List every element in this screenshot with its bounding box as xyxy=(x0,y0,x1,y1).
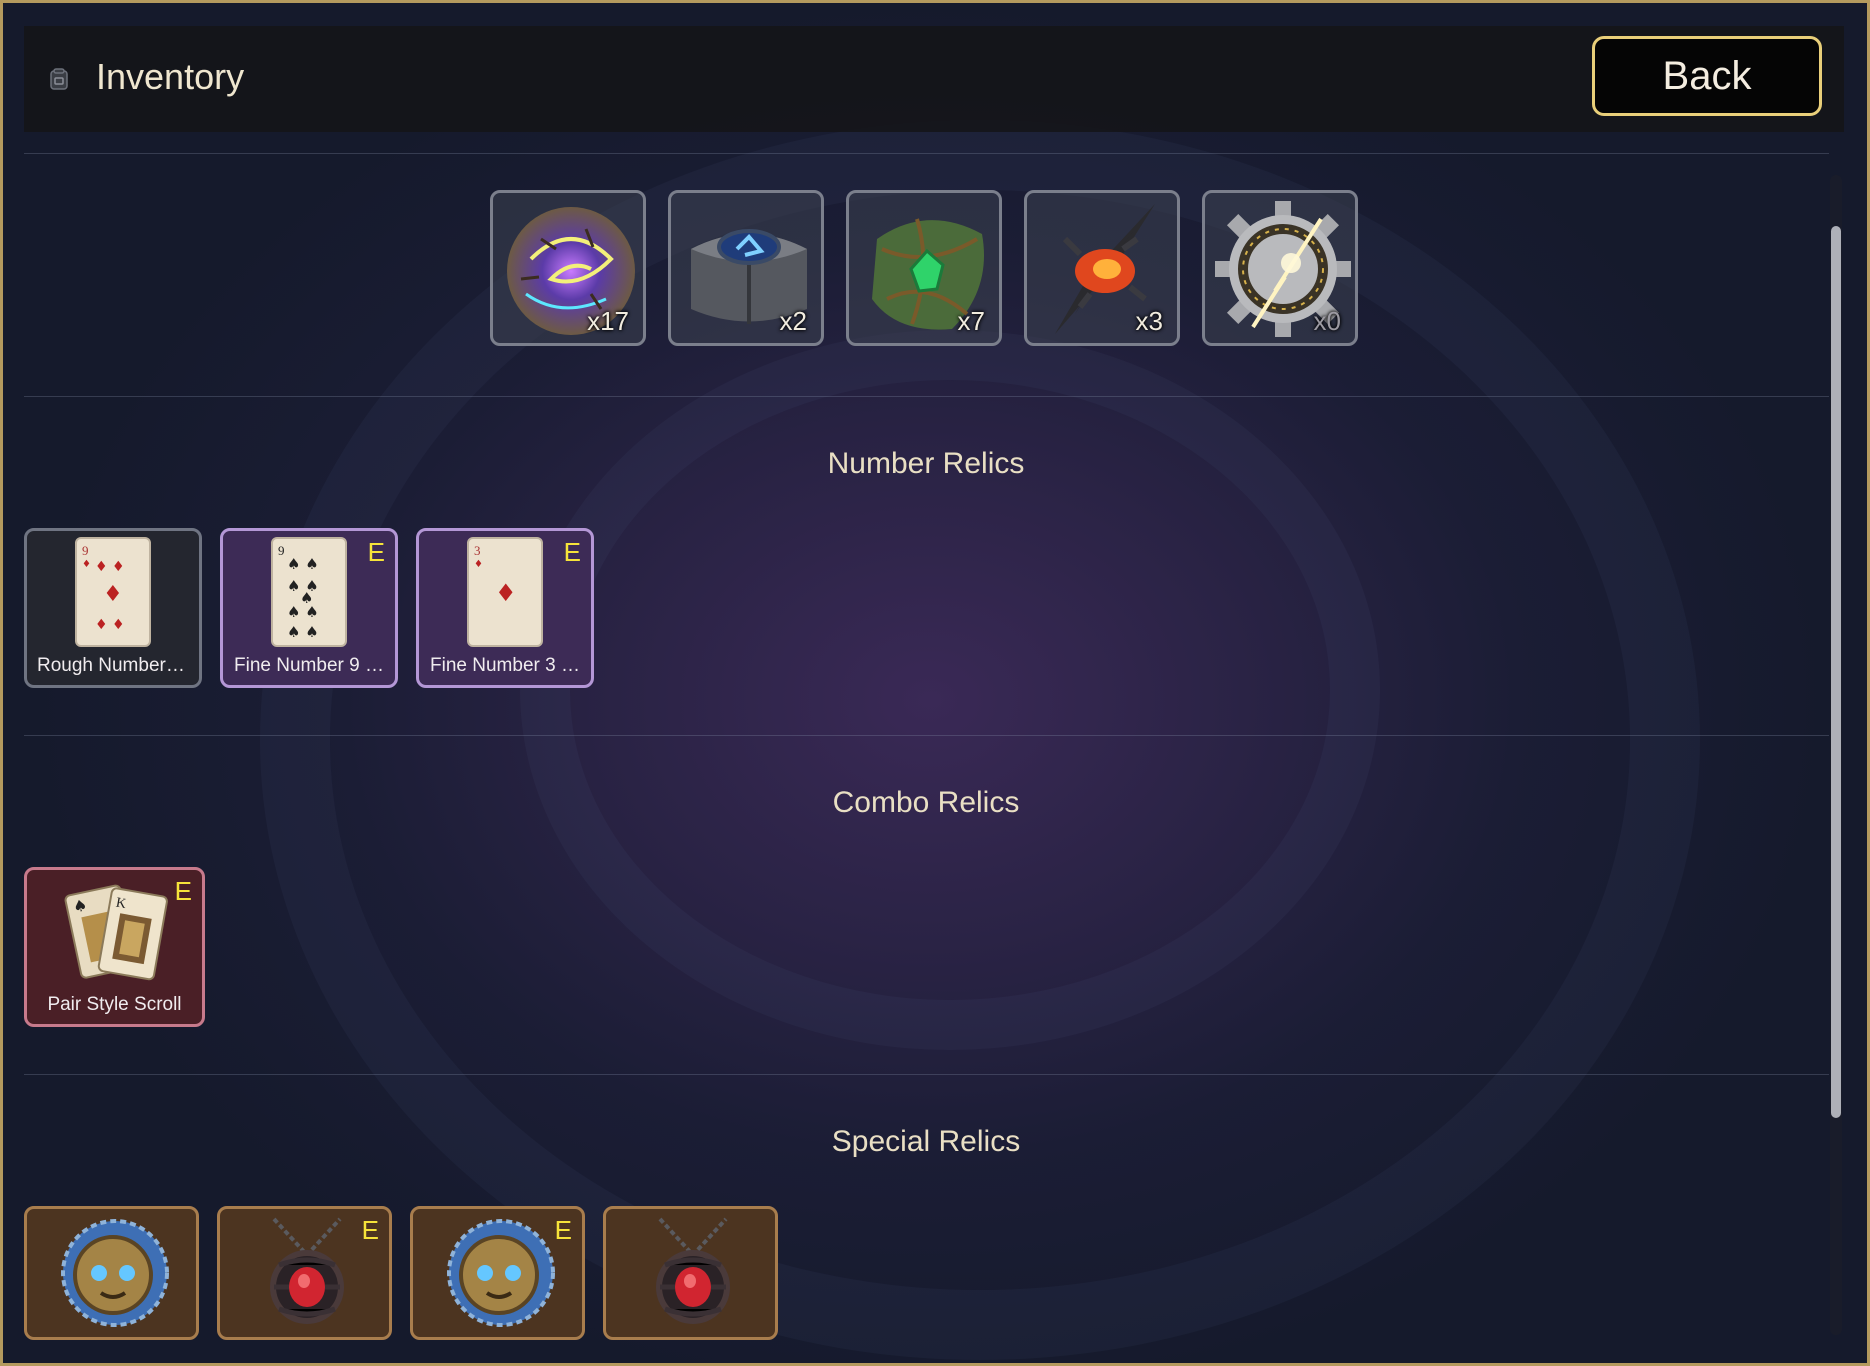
red-gem-amulet-icon xyxy=(656,1217,730,1324)
resource-count: x2 xyxy=(779,306,807,336)
relic-card[interactable]: 3 ♦ ♦ E Fine Number 3 … xyxy=(416,528,594,688)
svg-text:♦: ♦ xyxy=(474,559,483,570)
resource-tile[interactable]: x3 xyxy=(1024,190,1180,346)
svg-text:♦ ♦: ♦ ♦ xyxy=(95,559,125,575)
relic-card[interactable]: E xyxy=(410,1206,585,1340)
equipped-marker: E xyxy=(563,537,581,567)
page-title: Inventory xyxy=(96,56,245,97)
relic-card[interactable] xyxy=(603,1206,778,1340)
scrollbar-thumb[interactable] xyxy=(1831,226,1841,1118)
equipped-marker: E xyxy=(554,1215,572,1245)
svg-text:9: 9 xyxy=(278,543,285,558)
divider xyxy=(24,153,1829,154)
resource-count: x17 xyxy=(587,306,629,336)
playing-card-3-diamonds-icon: 3 ♦ ♦ xyxy=(467,537,543,647)
relic-card[interactable]: ♠ K E Pair Style Scroll xyxy=(24,867,205,1027)
resource-tile[interactable]: x17 xyxy=(490,190,646,346)
divider xyxy=(24,396,1829,397)
equipped-marker: E xyxy=(361,1215,379,1245)
relic-card[interactable]: E xyxy=(217,1206,392,1340)
resource-tile[interactable]: x0 xyxy=(1202,190,1358,346)
equipped-marker: E xyxy=(367,537,385,567)
svg-text:♦ ♦: ♦ ♦ xyxy=(95,617,125,633)
relic-name: Pair Style Scroll xyxy=(47,994,182,1015)
pair-cards-scroll-icon: ♠ K xyxy=(64,884,168,981)
svg-text:♠ ♠: ♠ ♠ xyxy=(287,603,319,621)
resource-count: x0 xyxy=(1313,306,1341,336)
relic-name: Fine Number 3 … xyxy=(430,655,580,676)
header-bar: Inventory xyxy=(24,26,1844,132)
divider xyxy=(24,1074,1829,1075)
divider xyxy=(24,735,1829,736)
resource-count: x7 xyxy=(957,306,985,336)
svg-text:♦: ♦ xyxy=(82,559,91,570)
svg-text:♠ ♠: ♠ ♠ xyxy=(287,555,319,573)
red-gem-amulet-icon xyxy=(270,1217,344,1324)
svg-text:♠ ♠: ♠ ♠ xyxy=(287,623,319,641)
playing-card-9-spades-icon: 9 ♠ ♠ ♠ ♠ ♠ ♠ ♠ ♠ ♠ xyxy=(271,537,347,647)
relic-card[interactable]: 9 ♠ ♠ ♠ ♠ ♠ ♠ ♠ ♠ ♠ E Fine Number 9 … xyxy=(220,528,398,688)
relic-card[interactable]: 9 ♦ ♦ ♦ ♦ ♦ ♦ Rough Number … xyxy=(24,528,202,688)
svg-text:9: 9 xyxy=(82,543,89,558)
resource-tile[interactable]: x2 xyxy=(668,190,824,346)
svg-text:♦: ♦ xyxy=(103,582,123,607)
equipped-marker: E xyxy=(174,876,192,906)
inventory-box-icon xyxy=(50,68,68,90)
section-title-combo-relics: Combo Relics xyxy=(832,786,1020,819)
relic-card[interactable] xyxy=(24,1206,199,1340)
section-title-number-relics: Number Relics xyxy=(827,447,1025,480)
svg-text:3: 3 xyxy=(474,543,481,558)
resource-tile[interactable]: x7 xyxy=(846,190,1002,346)
relic-name: Rough Number … xyxy=(37,655,191,676)
resource-count: x3 xyxy=(1135,306,1163,336)
blue-shield-face-icon xyxy=(447,1219,555,1327)
section-title-special-relics: Special Relics xyxy=(831,1125,1021,1158)
blue-shield-face-icon xyxy=(61,1219,169,1327)
relic-name: Fine Number 9 … xyxy=(234,655,384,676)
back-button[interactable]: Back xyxy=(1592,36,1822,116)
playing-card-9-diamonds-icon: 9 ♦ ♦ ♦ ♦ ♦ ♦ xyxy=(75,537,151,647)
svg-text:♦: ♦ xyxy=(495,579,517,607)
